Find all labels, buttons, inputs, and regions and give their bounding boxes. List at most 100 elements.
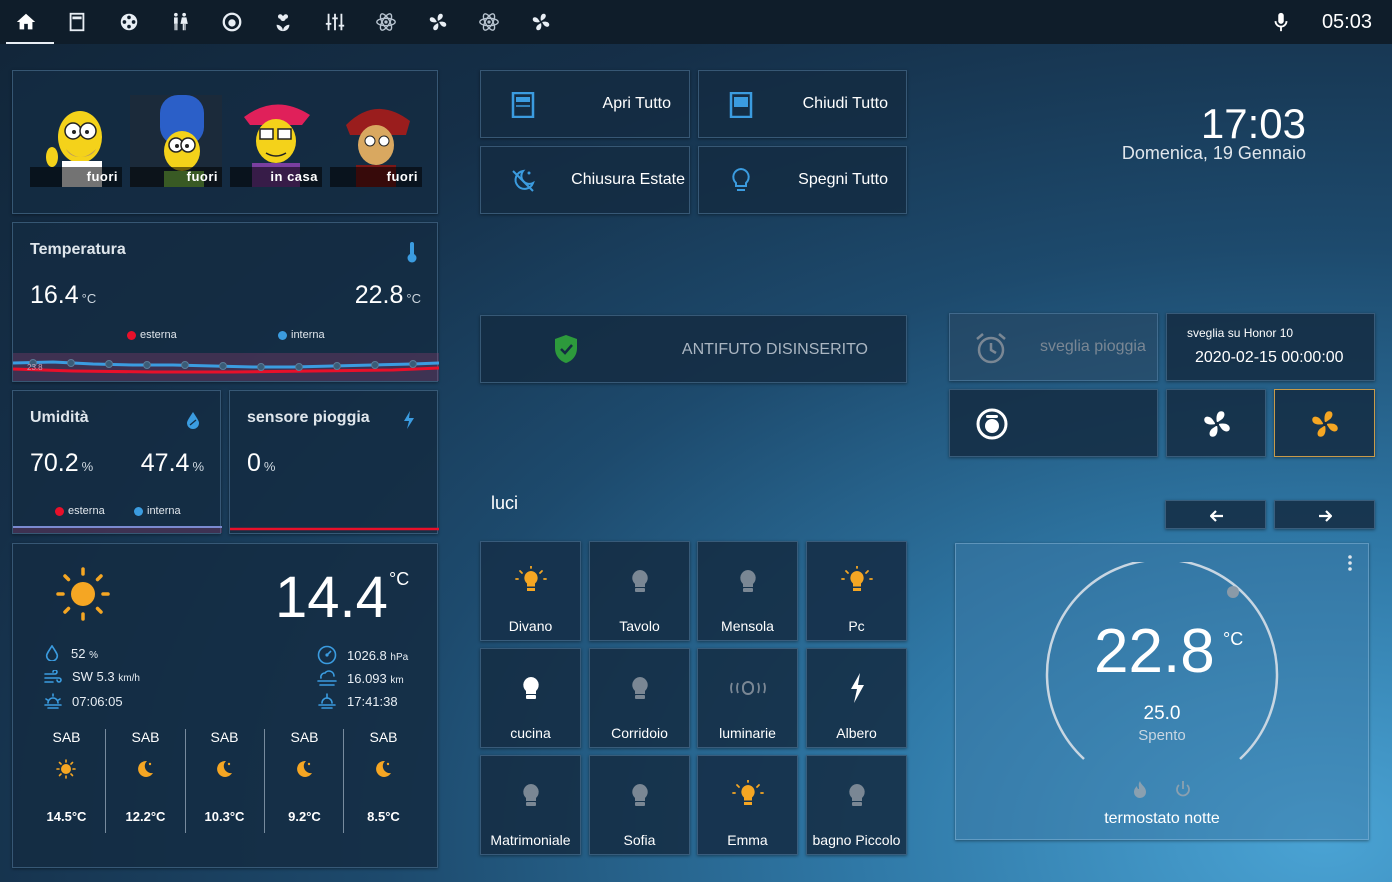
microphone-icon[interactable] bbox=[1270, 11, 1292, 33]
more-vertical-icon[interactable] bbox=[1346, 554, 1354, 572]
rain-sensor-card[interactable]: sensore pioggia 0% bbox=[229, 390, 439, 534]
fan-icon bbox=[1312, 411, 1338, 437]
tab-vacuum[interactable] bbox=[206, 0, 258, 44]
lightning-icon bbox=[404, 411, 414, 429]
previous-arrow-button[interactable] bbox=[1165, 500, 1266, 529]
legend-internal: interna bbox=[278, 329, 325, 341]
lightbulb-icon bbox=[631, 677, 648, 699]
tab-media[interactable] bbox=[103, 0, 155, 44]
atom-icon bbox=[376, 13, 397, 31]
close-all-button[interactable]: Chiudi Tutto bbox=[698, 70, 907, 138]
forecast-day: SAB 14.5°C bbox=[46, 729, 87, 824]
lightbulb-icon bbox=[522, 677, 539, 699]
alarm-system-button[interactable]: ANTIFUTO DISINSERITO bbox=[480, 315, 907, 383]
tab-home[interactable] bbox=[0, 0, 53, 44]
rain-title: sensore pioggia bbox=[247, 409, 370, 426]
moon-icon bbox=[297, 760, 312, 777]
sunrise-icon bbox=[44, 693, 62, 709]
arrow-left-icon bbox=[1210, 510, 1223, 522]
film-reel-icon bbox=[120, 13, 137, 31]
forecast-day: SAB 9.2°C bbox=[288, 729, 321, 824]
lightbulb-icon bbox=[631, 784, 648, 806]
light-tile[interactable]: cucina bbox=[480, 648, 581, 748]
moon-icon bbox=[376, 760, 391, 777]
light-tile[interactable]: Tavolo bbox=[589, 541, 690, 641]
light-tile[interactable]: Corridoio bbox=[589, 648, 690, 748]
light-tile[interactable]: Emma bbox=[697, 755, 798, 855]
fan-icon bbox=[532, 13, 549, 31]
light-tile[interactable]: Divano bbox=[480, 541, 581, 641]
lights-off-button[interactable]: Spegni Tutto bbox=[698, 146, 907, 214]
temperature-card[interactable]: Temperatura 16.4 °C 22.8 °C esterna intern… bbox=[12, 222, 439, 382]
lightbulb-on-icon bbox=[514, 566, 547, 591]
shield-check-icon bbox=[555, 335, 577, 363]
weather-sunset-row: 17:41:38 bbox=[317, 693, 398, 709]
forecast-day: SAB 12.2°C bbox=[125, 729, 166, 824]
robot-vacuum-icon bbox=[976, 408, 1008, 440]
lightbulb-icon bbox=[739, 570, 756, 592]
tab-garden[interactable] bbox=[258, 0, 310, 44]
human-male-female-icon bbox=[174, 12, 189, 31]
robot-vacuum-icon bbox=[222, 12, 242, 32]
tab-people[interactable] bbox=[155, 0, 207, 44]
person-homer[interactable]: fuori bbox=[30, 95, 122, 187]
light-tile[interactable]: Matrimoniale bbox=[480, 755, 581, 855]
string-lights-icon bbox=[729, 681, 766, 695]
moon-icon bbox=[138, 760, 153, 777]
tab-atom-1[interactable] bbox=[361, 0, 413, 44]
phone-alarm-card[interactable]: sveglia su Honor 10 2020-02-15 00:00:00 bbox=[1166, 313, 1375, 381]
clock-time: 17:03 bbox=[1200, 100, 1306, 147]
lightbulb-icon bbox=[631, 570, 648, 592]
weather-humidity-row: 52 % bbox=[45, 645, 98, 661]
person-status: fuori bbox=[30, 167, 122, 187]
wind-icon bbox=[44, 669, 62, 683]
hum-internal-value: 47.4% bbox=[140, 449, 204, 477]
weather-card[interactable]: 14.4 °C 52 % SW 5.3 km/h 07:06:05 1026.8… bbox=[12, 543, 438, 868]
alarm-system-label: ANTIFUTO DISINSERITO bbox=[681, 341, 868, 358]
flower-icon bbox=[276, 14, 290, 32]
light-tile[interactable]: luminarie bbox=[697, 648, 798, 748]
presence-card: fuori fuori in casa fuori bbox=[12, 70, 438, 214]
tab-fan-1[interactable] bbox=[412, 0, 464, 44]
light-tile[interactable]: Albero bbox=[806, 648, 907, 748]
rain-value: 0% bbox=[247, 449, 276, 477]
person-lisa[interactable]: in casa bbox=[230, 95, 322, 187]
open-all-button[interactable]: Apri Tutto bbox=[480, 70, 690, 138]
tab-atom-2[interactable] bbox=[464, 0, 516, 44]
tab-controls[interactable] bbox=[309, 0, 361, 44]
humidity-card[interactable]: Umidità 70.2% 47.4% esterna interna bbox=[12, 390, 222, 534]
weather-unit: °C bbox=[389, 569, 410, 589]
top-toolbar: 05:03 bbox=[0, 0, 1392, 44]
lightbulb-on-icon bbox=[840, 566, 873, 591]
summer-close-button[interactable]: Chiusura Estate bbox=[480, 146, 690, 214]
fan-button-2[interactable] bbox=[1274, 389, 1375, 457]
thermostat-state: Spento bbox=[1138, 727, 1186, 744]
vacuum-button[interactable] bbox=[949, 389, 1158, 457]
power-icon[interactable] bbox=[1174, 780, 1192, 798]
tab-fan-2[interactable] bbox=[515, 0, 567, 44]
lightbulb-icon bbox=[522, 784, 539, 806]
thermostat-name: termostato notte bbox=[1104, 810, 1220, 827]
flame-icon[interactable] bbox=[1132, 780, 1148, 798]
legend-external: esterna bbox=[55, 505, 105, 517]
temp-external-value: 16.4 °C bbox=[30, 281, 97, 309]
weather-visibility-row: 16.093 km bbox=[317, 669, 404, 687]
thermostat-card[interactable]: 22.8 °C 25.0 Spento termostato notte bbox=[955, 543, 1369, 840]
light-tile[interactable]: Sofia bbox=[589, 755, 690, 855]
tab-shutters[interactable] bbox=[52, 0, 104, 44]
light-tile[interactable]: bagno Piccolo bbox=[806, 755, 907, 855]
temperature-title: Temperatura bbox=[30, 241, 126, 258]
humidity-chart bbox=[13, 526, 222, 533]
light-tile[interactable]: Pc bbox=[806, 541, 907, 641]
clock-date: Domenica, 19 Gennaio bbox=[1121, 143, 1306, 163]
person-marge[interactable]: fuori bbox=[130, 95, 222, 187]
light-tile[interactable]: Mensola bbox=[697, 541, 798, 641]
rain-alarm-button[interactable]: sveglia pioggia bbox=[949, 313, 1158, 381]
temp-internal-value: 22.8 °C bbox=[354, 281, 421, 309]
person-other[interactable]: fuori bbox=[330, 95, 422, 187]
person-status: in casa bbox=[230, 167, 322, 187]
fan-button-1[interactable] bbox=[1166, 389, 1266, 457]
next-arrow-button[interactable] bbox=[1274, 500, 1375, 529]
gauge-icon bbox=[317, 645, 337, 665]
humidity-title: Umidità bbox=[30, 409, 89, 426]
